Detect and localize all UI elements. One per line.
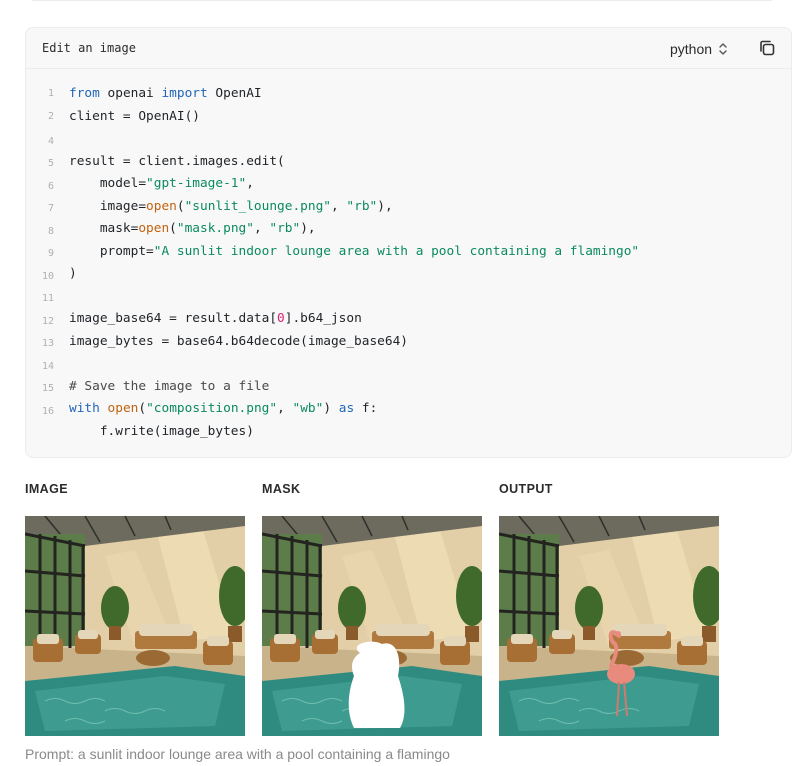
output-image — [499, 516, 719, 736]
code-block: Edit an image python 1 2 3 4 5 6 7 8 9 1… — [25, 27, 792, 458]
image-column-label: IMAGE — [25, 482, 68, 496]
code-line: image=open("sunlit_lounge.png", "rb"), — [69, 198, 393, 214]
code-line: prompt="A sunlit indoor lounge area with… — [69, 243, 640, 259]
line-number: 13 — [41, 338, 54, 349]
code-line: image_base64 = result.data[0].b64_json — [69, 311, 362, 326]
mask-image — [262, 516, 482, 736]
language-label: python — [670, 41, 713, 57]
code-line: client = OpenAI() — [69, 108, 200, 124]
line-number-gutter: 1 2 3 4 5 6 7 8 9 10 11 12 13 14 15 16 — [26, 83, 54, 423]
line-number: 4 — [47, 135, 54, 147]
copy-icon[interactable] — [758, 39, 776, 57]
chevron-up-down-icon — [719, 43, 727, 55]
code-line: from openai import OpenAI — [69, 86, 262, 101]
line-number: 11 — [41, 293, 54, 304]
line-number: 10 — [41, 270, 54, 282]
line-number: 2 — [47, 110, 54, 122]
line-number: 5 — [47, 158, 54, 169]
code-line: # Save the image to a file — [69, 378, 270, 394]
line-number: 8 — [47, 225, 54, 237]
code-line: mask=open("mask.png", "rb"), — [69, 221, 316, 236]
code-line: with open("composition.png", "wb") as f: — [69, 401, 378, 416]
line-number: 14 — [41, 360, 54, 372]
line-number: 15 — [41, 383, 54, 394]
code-line: ) — [69, 266, 77, 281]
line-number: 12 — [41, 315, 54, 327]
prompt-caption: Prompt: a sunlit indoor lounge area with… — [25, 746, 450, 762]
top-divider — [32, 0, 772, 1]
code-title: Edit an image — [42, 41, 136, 55]
output-column-label: OUTPUT — [499, 482, 553, 496]
line-number: 9 — [47, 248, 54, 259]
line-number: 7 — [47, 203, 54, 214]
code-line: image_bytes = base64.b64decode(image_bas… — [69, 333, 408, 349]
code-line: result = client.images.edit( — [69, 153, 285, 169]
line-number: 1 — [47, 88, 54, 99]
code-header: Edit an image python — [26, 28, 791, 69]
input-image — [25, 516, 245, 736]
code-line: f.write(image_bytes) — [69, 423, 254, 439]
line-number: 6 — [47, 180, 54, 192]
language-selector[interactable]: python — [670, 39, 728, 59]
code-line: model="gpt-image-1", — [69, 176, 254, 191]
mask-column-label: MASK — [262, 482, 301, 496]
code-content[interactable]: from openai import OpenAI client = OpenAI… — [69, 83, 639, 443]
line-number: 16 — [41, 405, 54, 417]
